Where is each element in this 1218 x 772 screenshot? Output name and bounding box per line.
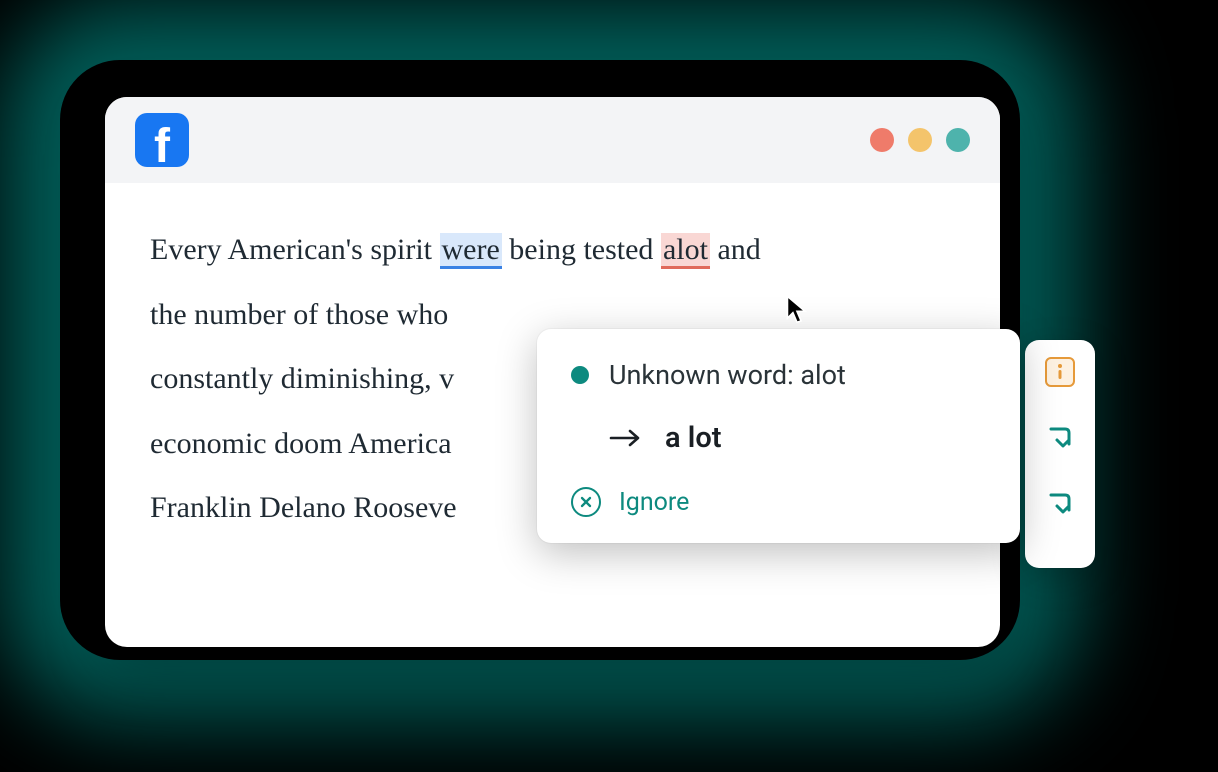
text-segment: Every American's spirit (150, 233, 440, 266)
facebook-icon: f (135, 113, 189, 167)
next-issue-button[interactable] (1042, 486, 1078, 522)
suggestion-text: a lot (665, 421, 721, 455)
close-dot[interactable] (870, 128, 894, 152)
info-button[interactable] (1042, 354, 1078, 390)
ignore-icon (571, 487, 601, 517)
arrow-turn-down-icon (1045, 489, 1075, 519)
sidebar-toolbar (1025, 340, 1095, 568)
popup-title: Unknown word: alot (609, 359, 846, 391)
text-segment: and (710, 233, 761, 266)
info-icon (1045, 357, 1075, 387)
text-segment: being tested (502, 233, 661, 266)
window-titlebar: f (105, 97, 1000, 183)
spelling-highlight[interactable]: alot (661, 233, 710, 269)
popup-title-row: Unknown word: alot (571, 359, 986, 391)
maximize-dot[interactable] (946, 128, 970, 152)
minimize-dot[interactable] (908, 128, 932, 152)
correction-popup: Unknown word: alot a lot Ignore (537, 329, 1020, 543)
status-dot-icon (571, 366, 589, 384)
arrow-right-icon (609, 426, 643, 450)
suggestion-button[interactable]: a lot (609, 421, 986, 455)
ignore-button[interactable]: Ignore (571, 487, 986, 517)
window-controls (870, 128, 970, 152)
next-issue-button[interactable] (1042, 420, 1078, 456)
ignore-label: Ignore (619, 488, 689, 517)
grammar-highlight[interactable]: were (440, 233, 502, 269)
arrow-turn-down-icon (1045, 423, 1075, 453)
mouse-cursor-icon (785, 295, 809, 325)
